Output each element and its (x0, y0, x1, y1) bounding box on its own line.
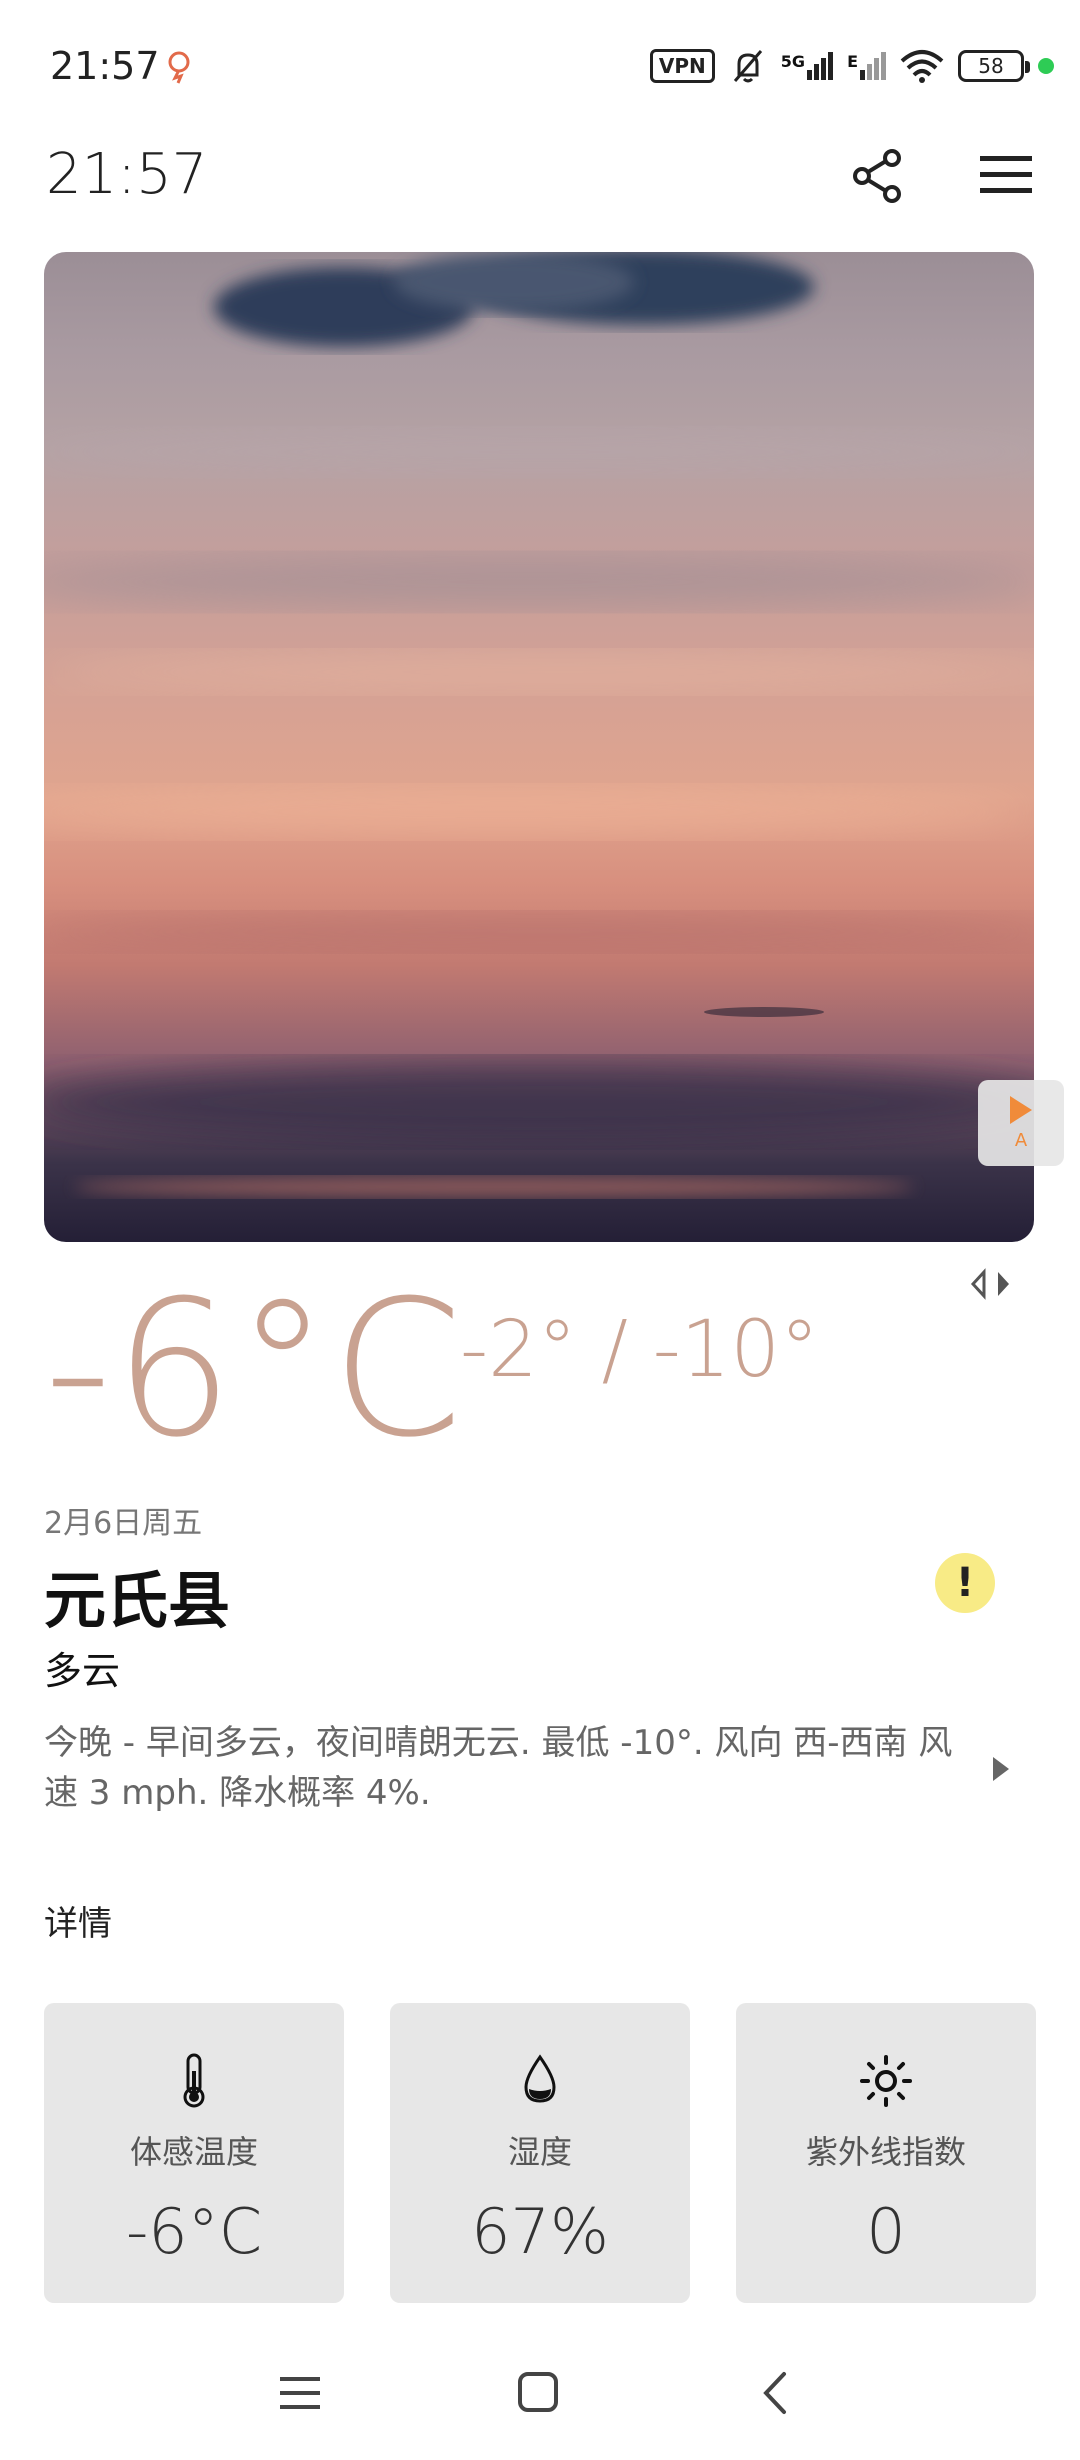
auto-play-label: A (1014, 1129, 1028, 1151)
mute-bell-icon (733, 50, 762, 83)
hamburger-menu-icon[interactable] (980, 154, 1032, 196)
privacy-indicator-dot (1038, 58, 1054, 74)
card-value: 67% (471, 2195, 609, 2268)
forecast-summary[interactable]: 今晚 - 早间多云，夜间晴朗无云. 最低 -10°. 风向 西-西南 风速 3 … (44, 1718, 964, 1818)
card-label: 湿度 (507, 2133, 572, 2171)
details-heading: 详情 (44, 1904, 112, 1944)
humidity-card[interactable]: 湿度 67% (390, 2003, 690, 2303)
card-label: 体感温度 (129, 2133, 258, 2171)
card-value: -6°C (125, 2195, 263, 2268)
signal-e-icon: E (847, 52, 886, 80)
status-icons: VPN 5G E 58 (649, 46, 1054, 86)
app-clock: 21:57 (46, 142, 208, 207)
wifi-icon (900, 50, 944, 83)
sun-icon (860, 2055, 912, 2107)
vpn-badge: VPN (649, 49, 715, 83)
nav-home-icon[interactable] (516, 2370, 560, 2414)
weather-notification-icon (168, 51, 190, 84)
chevron-right-icon[interactable] (990, 1754, 1012, 1784)
battery-icon: 58 (958, 50, 1030, 82)
status-time: 21:57 (50, 44, 160, 88)
card-label: 紫外线指数 (805, 2133, 966, 2171)
auto-play-button[interactable]: A (978, 1080, 1064, 1166)
nav-menu-icon[interactable] (280, 2375, 320, 2411)
thermometer-icon (183, 2053, 205, 2108)
swap-arrows-icon[interactable] (970, 1268, 1012, 1300)
weather-background-image (44, 252, 1034, 1242)
play-icon (1010, 1095, 1032, 1124)
weather-alert-icon[interactable]: ! (935, 1553, 995, 1613)
current-temperature: -6°C (44, 1260, 465, 1479)
feels-like-card[interactable]: 体感温度 -6°C (44, 2003, 344, 2303)
card-value: 0 (866, 2195, 906, 2268)
temperature-range: -2° / -10° (460, 1305, 820, 1395)
uv-index-card[interactable]: 紫外线指数 0 (736, 2003, 1036, 2303)
battery-level: 58 (978, 54, 1004, 78)
nav-back-icon[interactable] (760, 2370, 790, 2416)
location-name: 元氏县 (44, 1564, 231, 1637)
date-label: 2月6日周五 (44, 1506, 203, 1541)
signal-5g-icon: 5G (781, 52, 834, 80)
share-icon[interactable] (850, 148, 906, 204)
water-drop-icon (524, 2054, 556, 2103)
weather-condition: 多云 (44, 1649, 121, 1693)
